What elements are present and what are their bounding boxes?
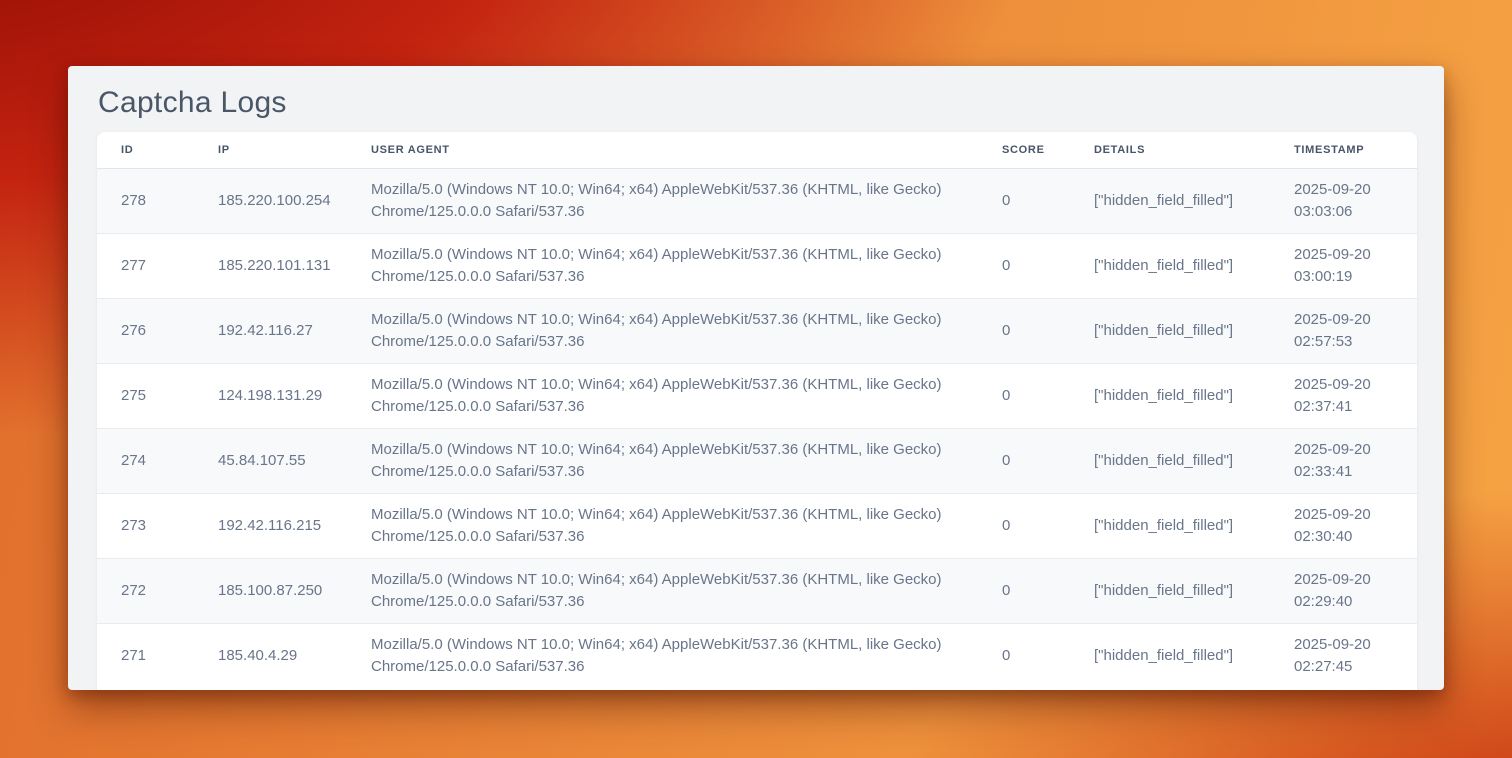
column-header-details: DETAILS bbox=[1070, 132, 1270, 168]
cell-timestamp: 2025-09-20 02:30:40 bbox=[1270, 493, 1417, 558]
table-row: 276 192.42.116.27 Mozilla/5.0 (Windows N… bbox=[97, 298, 1417, 363]
cell-details: ["hidden_field_filled"] bbox=[1070, 298, 1270, 363]
cell-score: 0 bbox=[978, 298, 1070, 363]
cell-user-agent: Mozilla/5.0 (Windows NT 10.0; Win64; x64… bbox=[347, 233, 978, 298]
column-header-ip: IP bbox=[194, 132, 347, 168]
column-header-id: ID bbox=[97, 132, 194, 168]
cell-ip: 185.100.87.250 bbox=[194, 558, 347, 623]
table-row: 272 185.100.87.250 Mozilla/5.0 (Windows … bbox=[97, 558, 1417, 623]
cell-score: 0 bbox=[978, 233, 1070, 298]
cell-details: ["hidden_field_filled"] bbox=[1070, 493, 1270, 558]
table-row: 273 192.42.116.215 Mozilla/5.0 (Windows … bbox=[97, 493, 1417, 558]
cell-timestamp: 2025-09-20 03:00:19 bbox=[1270, 233, 1417, 298]
page-title: Captcha Logs bbox=[98, 84, 1417, 122]
cell-ip: 45.84.107.55 bbox=[194, 428, 347, 493]
cell-score: 0 bbox=[978, 493, 1070, 558]
cell-ip: 192.42.116.215 bbox=[194, 493, 347, 558]
cell-timestamp: 2025-09-20 02:33:41 bbox=[1270, 428, 1417, 493]
table-row: 274 45.84.107.55 Mozilla/5.0 (Windows NT… bbox=[97, 428, 1417, 493]
cell-score: 0 bbox=[978, 363, 1070, 428]
cell-details: ["hidden_field_filled"] bbox=[1070, 623, 1270, 688]
cell-id: 278 bbox=[97, 168, 194, 233]
cell-score: 0 bbox=[978, 168, 1070, 233]
cell-id: 275 bbox=[97, 363, 194, 428]
captcha-logs-card: Captcha Logs ID IP USER AGENT SCORE DETA… bbox=[68, 66, 1444, 690]
cell-ip: 192.42.116.27 bbox=[194, 298, 347, 363]
cell-user-agent: Mozilla/5.0 (Windows NT 10.0; Win64; x64… bbox=[347, 363, 978, 428]
cell-timestamp: 2025-09-20 02:27:45 bbox=[1270, 623, 1417, 688]
desktop-background: { "page": { "title": "Captcha Logs" }, "… bbox=[0, 0, 1512, 758]
cell-ip: 185.220.100.254 bbox=[194, 168, 347, 233]
cell-details: ["hidden_field_filled"] bbox=[1070, 428, 1270, 493]
table-header-row: ID IP USER AGENT SCORE DETAILS TIMESTAMP bbox=[97, 132, 1417, 168]
cell-id: 274 bbox=[97, 428, 194, 493]
cell-details: ["hidden_field_filled"] bbox=[1070, 168, 1270, 233]
cell-user-agent: Mozilla/5.0 (Windows NT 10.0; Win64; x64… bbox=[347, 623, 978, 688]
cell-user-agent: Mozilla/5.0 (Windows NT 10.0; Win64; x64… bbox=[347, 558, 978, 623]
column-header-user-agent: USER AGENT bbox=[347, 132, 978, 168]
cell-id: 276 bbox=[97, 298, 194, 363]
cell-details: ["hidden_field_filled"] bbox=[1070, 363, 1270, 428]
cell-details: ["hidden_field_filled"] bbox=[1070, 233, 1270, 298]
table-row: 277 185.220.101.131 Mozilla/5.0 (Windows… bbox=[97, 233, 1417, 298]
cell-user-agent: Mozilla/5.0 (Windows NT 10.0; Win64; x64… bbox=[347, 168, 978, 233]
column-header-score: SCORE bbox=[978, 132, 1070, 168]
cell-ip: 185.220.101.131 bbox=[194, 233, 347, 298]
cell-timestamp: 2025-09-20 03:03:06 bbox=[1270, 168, 1417, 233]
cell-details: ["hidden_field_filled"] bbox=[1070, 558, 1270, 623]
cell-user-agent: Mozilla/5.0 (Windows NT 10.0; Win64; x64… bbox=[347, 428, 978, 493]
cell-user-agent: Mozilla/5.0 (Windows NT 10.0; Win64; x64… bbox=[347, 493, 978, 558]
cell-timestamp: 2025-09-20 02:29:40 bbox=[1270, 558, 1417, 623]
cell-score: 0 bbox=[978, 428, 1070, 493]
cell-user-agent: Mozilla/5.0 (Windows NT 10.0; Win64; x64… bbox=[347, 298, 978, 363]
cell-id: 277 bbox=[97, 233, 194, 298]
cell-timestamp: 2025-09-20 02:57:53 bbox=[1270, 298, 1417, 363]
logs-table: ID IP USER AGENT SCORE DETAILS TIMESTAMP… bbox=[97, 132, 1417, 688]
cell-score: 0 bbox=[978, 623, 1070, 688]
cell-id: 273 bbox=[97, 493, 194, 558]
cell-ip: 124.198.131.29 bbox=[194, 363, 347, 428]
table-row: 278 185.220.100.254 Mozilla/5.0 (Windows… bbox=[97, 168, 1417, 233]
table-row: 275 124.198.131.29 Mozilla/5.0 (Windows … bbox=[97, 363, 1417, 428]
logs-table-container[interactable]: ID IP USER AGENT SCORE DETAILS TIMESTAMP… bbox=[97, 132, 1417, 690]
cell-id: 272 bbox=[97, 558, 194, 623]
table-row: 271 185.40.4.29 Mozilla/5.0 (Windows NT … bbox=[97, 623, 1417, 688]
cell-id: 271 bbox=[97, 623, 194, 688]
cell-timestamp: 2025-09-20 02:37:41 bbox=[1270, 363, 1417, 428]
column-header-timestamp: TIMESTAMP bbox=[1270, 132, 1417, 168]
cell-ip: 185.40.4.29 bbox=[194, 623, 347, 688]
cell-score: 0 bbox=[978, 558, 1070, 623]
